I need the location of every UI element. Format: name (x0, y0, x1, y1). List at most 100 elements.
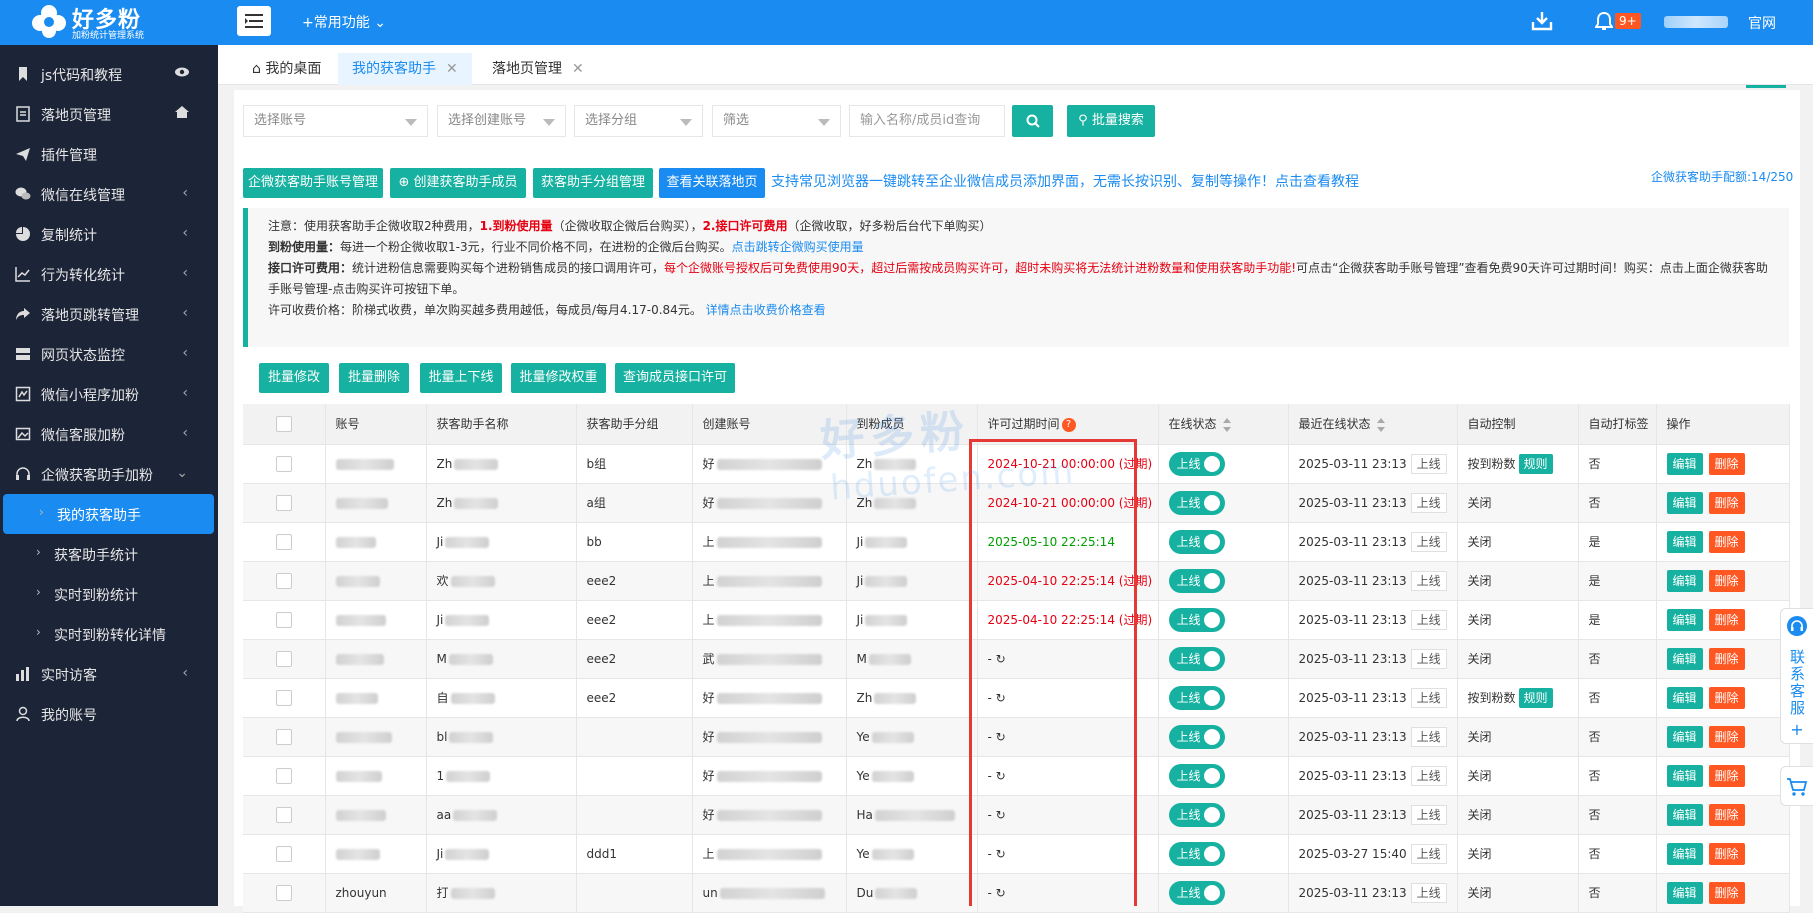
edit-button[interactable]: 编辑 (1666, 803, 1703, 826)
logo[interactable]: 好多粉 加粉统计管理系统 (26, 0, 216, 45)
sidebar-item-wechat-service[interactable]: 微信客服加粉 ‹ (0, 414, 218, 454)
delete-button[interactable]: 删除 (1708, 881, 1745, 904)
batch-delete-button[interactable]: 批量删除 (339, 363, 409, 393)
row-checkbox[interactable] (275, 611, 292, 628)
rule-button[interactable]: 规则 (1518, 453, 1553, 474)
sidebar-item-landing-page[interactable]: 落地页管理 (0, 94, 218, 134)
sidebar-item-behavior-stats[interactable]: 行为转化统计 ‹ (0, 254, 218, 294)
online-toggle[interactable]: 上线 (1168, 451, 1225, 476)
sidebar-subitem-realtime-fans[interactable]: › 实时到粉统计 (0, 574, 218, 614)
table-row[interactable]: 自 eee2 好 Zh - ↻ 上线 2025-03-11 23:13 上线 按到粉数 规则否编辑… (243, 678, 1790, 718)
table-row[interactable]: aa 好 Ha - ↻ 上线 2025-03-11 23:13 上线 关闭否编辑 删除 (243, 795, 1790, 835)
edit-button[interactable]: 编辑 (1666, 530, 1703, 553)
delete-button[interactable]: 删除 (1708, 452, 1745, 475)
search-button[interactable] (1012, 105, 1053, 137)
common-functions-menu[interactable]: +常用功能 ⌄ (302, 12, 386, 32)
batch-search-button[interactable]: ⚲ 批量搜索 (1067, 105, 1155, 137)
tab-my-desktop[interactable]: ⌂ 我的桌面 (238, 53, 335, 85)
sidebar-item-wechat-online[interactable]: 微信在线管理 ‹ (0, 174, 218, 214)
edit-button[interactable]: 编辑 (1666, 569, 1703, 592)
row-checkbox[interactable] (275, 767, 292, 784)
official-site-link[interactable]: 官网 (1748, 13, 1776, 33)
sort-icon[interactable] (1222, 417, 1231, 432)
sidebar-item-realtime-visitors[interactable]: 实时访客 ‹ (0, 654, 218, 694)
row-checkbox[interactable] (275, 845, 292, 862)
account-select[interactable]: 选择账号 (243, 105, 428, 137)
menu-toggle-button[interactable] (237, 6, 271, 36)
table-row[interactable]: 欢 eee2 上 Ji 2025-04-10 22:25:14 (过期) 上线 2025-0… (243, 561, 1790, 601)
delete-button[interactable]: 删除 (1708, 725, 1745, 748)
row-checkbox[interactable] (275, 728, 292, 745)
online-toggle[interactable]: 上线 (1168, 607, 1225, 632)
row-checkbox[interactable] (275, 494, 292, 511)
edit-button[interactable]: 编辑 (1666, 686, 1703, 709)
sidebar-item-wecom-assistant[interactable]: 企微获客助手加粉 ⌄ (0, 454, 218, 494)
table-row[interactable]: Ji ddd1 上 Ye - ↻ 上线 2025-03-27 15:40 上线 关闭否编辑 删除 (243, 834, 1790, 874)
row-checkbox[interactable] (275, 884, 292, 901)
bell-icon[interactable] (1595, 11, 1613, 31)
row-checkbox[interactable] (275, 533, 292, 550)
table-row[interactable]: zhouyun 打 un Du - ↻ 上线 2025-03-11 23:13 上线 关闭否编辑… (243, 873, 1790, 913)
table-row[interactable]: Zh a组好 Zh 2024-10-21 00:00:00 (过期) 上线 2025-03… (243, 483, 1790, 523)
online-toggle[interactable]: 上线 (1168, 568, 1225, 593)
row-checkbox[interactable] (275, 689, 292, 706)
delete-button[interactable]: 删除 (1708, 491, 1745, 514)
edit-button[interactable]: 编辑 (1666, 725, 1703, 748)
search-input[interactable]: 输入名称/成员id查询 (849, 105, 1005, 137)
col-last-online[interactable]: 最近在线状态 (1288, 404, 1458, 445)
tab-my-assistant[interactable]: 我的获客助手 ✕ (338, 53, 472, 85)
group-manage-button[interactable]: 获客助手分组管理 (533, 168, 653, 198)
sidebar-item-my-account[interactable]: 我的账号 (0, 694, 218, 734)
online-toggle[interactable]: 上线 (1168, 763, 1225, 788)
edit-button[interactable]: 编辑 (1666, 842, 1703, 865)
table-row[interactable]: Ji bb 上 Ji 2025-05-10 22:25:14 上线 2025-03-11 2… (243, 522, 1790, 562)
online-toggle[interactable]: 上线 (1168, 529, 1225, 554)
close-icon[interactable]: ✕ (446, 61, 458, 77)
table-row[interactable]: bl 好 Ye - ↻ 上线 2025-03-11 23:13 上线 关闭否编辑 删除 (243, 717, 1790, 757)
edit-button[interactable]: 编辑 (1666, 881, 1703, 904)
online-toggle[interactable]: 上线 (1168, 490, 1225, 515)
filter-select[interactable]: 筛选 (712, 105, 841, 137)
table-row[interactable]: Zh b组好 Zh 2024-10-21 00:00:00 (过期) 上线 2025-03… (243, 444, 1790, 484)
sidebar-item-page-monitor[interactable]: 网页状态监控 ‹ (0, 334, 218, 374)
batch-weight-button[interactable]: 批量修改权重 (511, 363, 606, 393)
sidebar-item-landing-redirect[interactable]: 落地页跳转管理 ‹ (0, 294, 218, 334)
delete-button[interactable]: 删除 (1708, 569, 1745, 592)
edit-button[interactable]: 编辑 (1666, 647, 1703, 670)
create-member-button[interactable]: ⊕ 创建获客助手成员 (390, 168, 526, 198)
online-toggle[interactable]: 上线 (1168, 802, 1225, 827)
online-toggle[interactable]: 上线 (1168, 685, 1225, 710)
delete-button[interactable]: 删除 (1708, 530, 1745, 553)
row-checkbox[interactable] (275, 650, 292, 667)
table-row[interactable]: Ji eee2 上 Ji 2025-04-10 22:25:14 (过期) 上线 2025-… (243, 600, 1790, 640)
online-toggle[interactable]: 上线 (1168, 724, 1225, 749)
user-name-blurred[interactable] (1664, 16, 1728, 28)
home-icon[interactable] (174, 104, 190, 120)
delete-button[interactable]: 删除 (1708, 647, 1745, 670)
download-icon[interactable] (1531, 10, 1553, 32)
delete-button[interactable]: 删除 (1708, 608, 1745, 631)
tutorial-link[interactable]: 支持常见浏览器一键跳转至企业微信成员添加界面，无需长按识别、复制等操作！点击查看… (771, 171, 1359, 191)
buy-usage-link[interactable]: 点击跳转企微购买使用量 (732, 240, 864, 254)
online-toggle[interactable]: 上线 (1168, 646, 1225, 671)
cart-float[interactable] (1780, 766, 1813, 806)
col-online[interactable]: 在线状态 (1158, 404, 1289, 445)
batch-edit-button[interactable]: 批量修改 (259, 363, 329, 393)
eye-icon[interactable] (174, 64, 190, 80)
sidebar-item-plugins[interactable]: 插件管理 (0, 134, 218, 174)
edit-button[interactable]: 编辑 (1666, 764, 1703, 787)
view-landing-button[interactable]: 查看关联落地页 (659, 168, 765, 198)
sidebar-subitem-realtime-conversion[interactable]: › 实时到粉转化详情 (0, 614, 218, 654)
row-checkbox[interactable] (275, 572, 292, 589)
select-all-checkbox[interactable] (275, 415, 292, 432)
online-toggle[interactable]: 上线 (1168, 841, 1225, 866)
edit-button[interactable]: 编辑 (1666, 491, 1703, 514)
group-select[interactable]: 选择分组 (574, 105, 703, 137)
account-manage-button[interactable]: 企微获客助手账号管理 (243, 168, 383, 198)
table-row[interactable]: 1 好 Ye - ↻ 上线 2025-03-11 23:13 上线 关闭否编辑 删除 (243, 756, 1790, 796)
price-link[interactable]: 详情点击收费价格查看 (706, 303, 826, 317)
sidebar-subitem-my-assistant[interactable]: › 我的获客助手 (3, 494, 214, 534)
sort-icon[interactable] (1376, 417, 1385, 432)
delete-button[interactable]: 删除 (1708, 803, 1745, 826)
online-toggle[interactable]: 上线 (1168, 880, 1225, 905)
